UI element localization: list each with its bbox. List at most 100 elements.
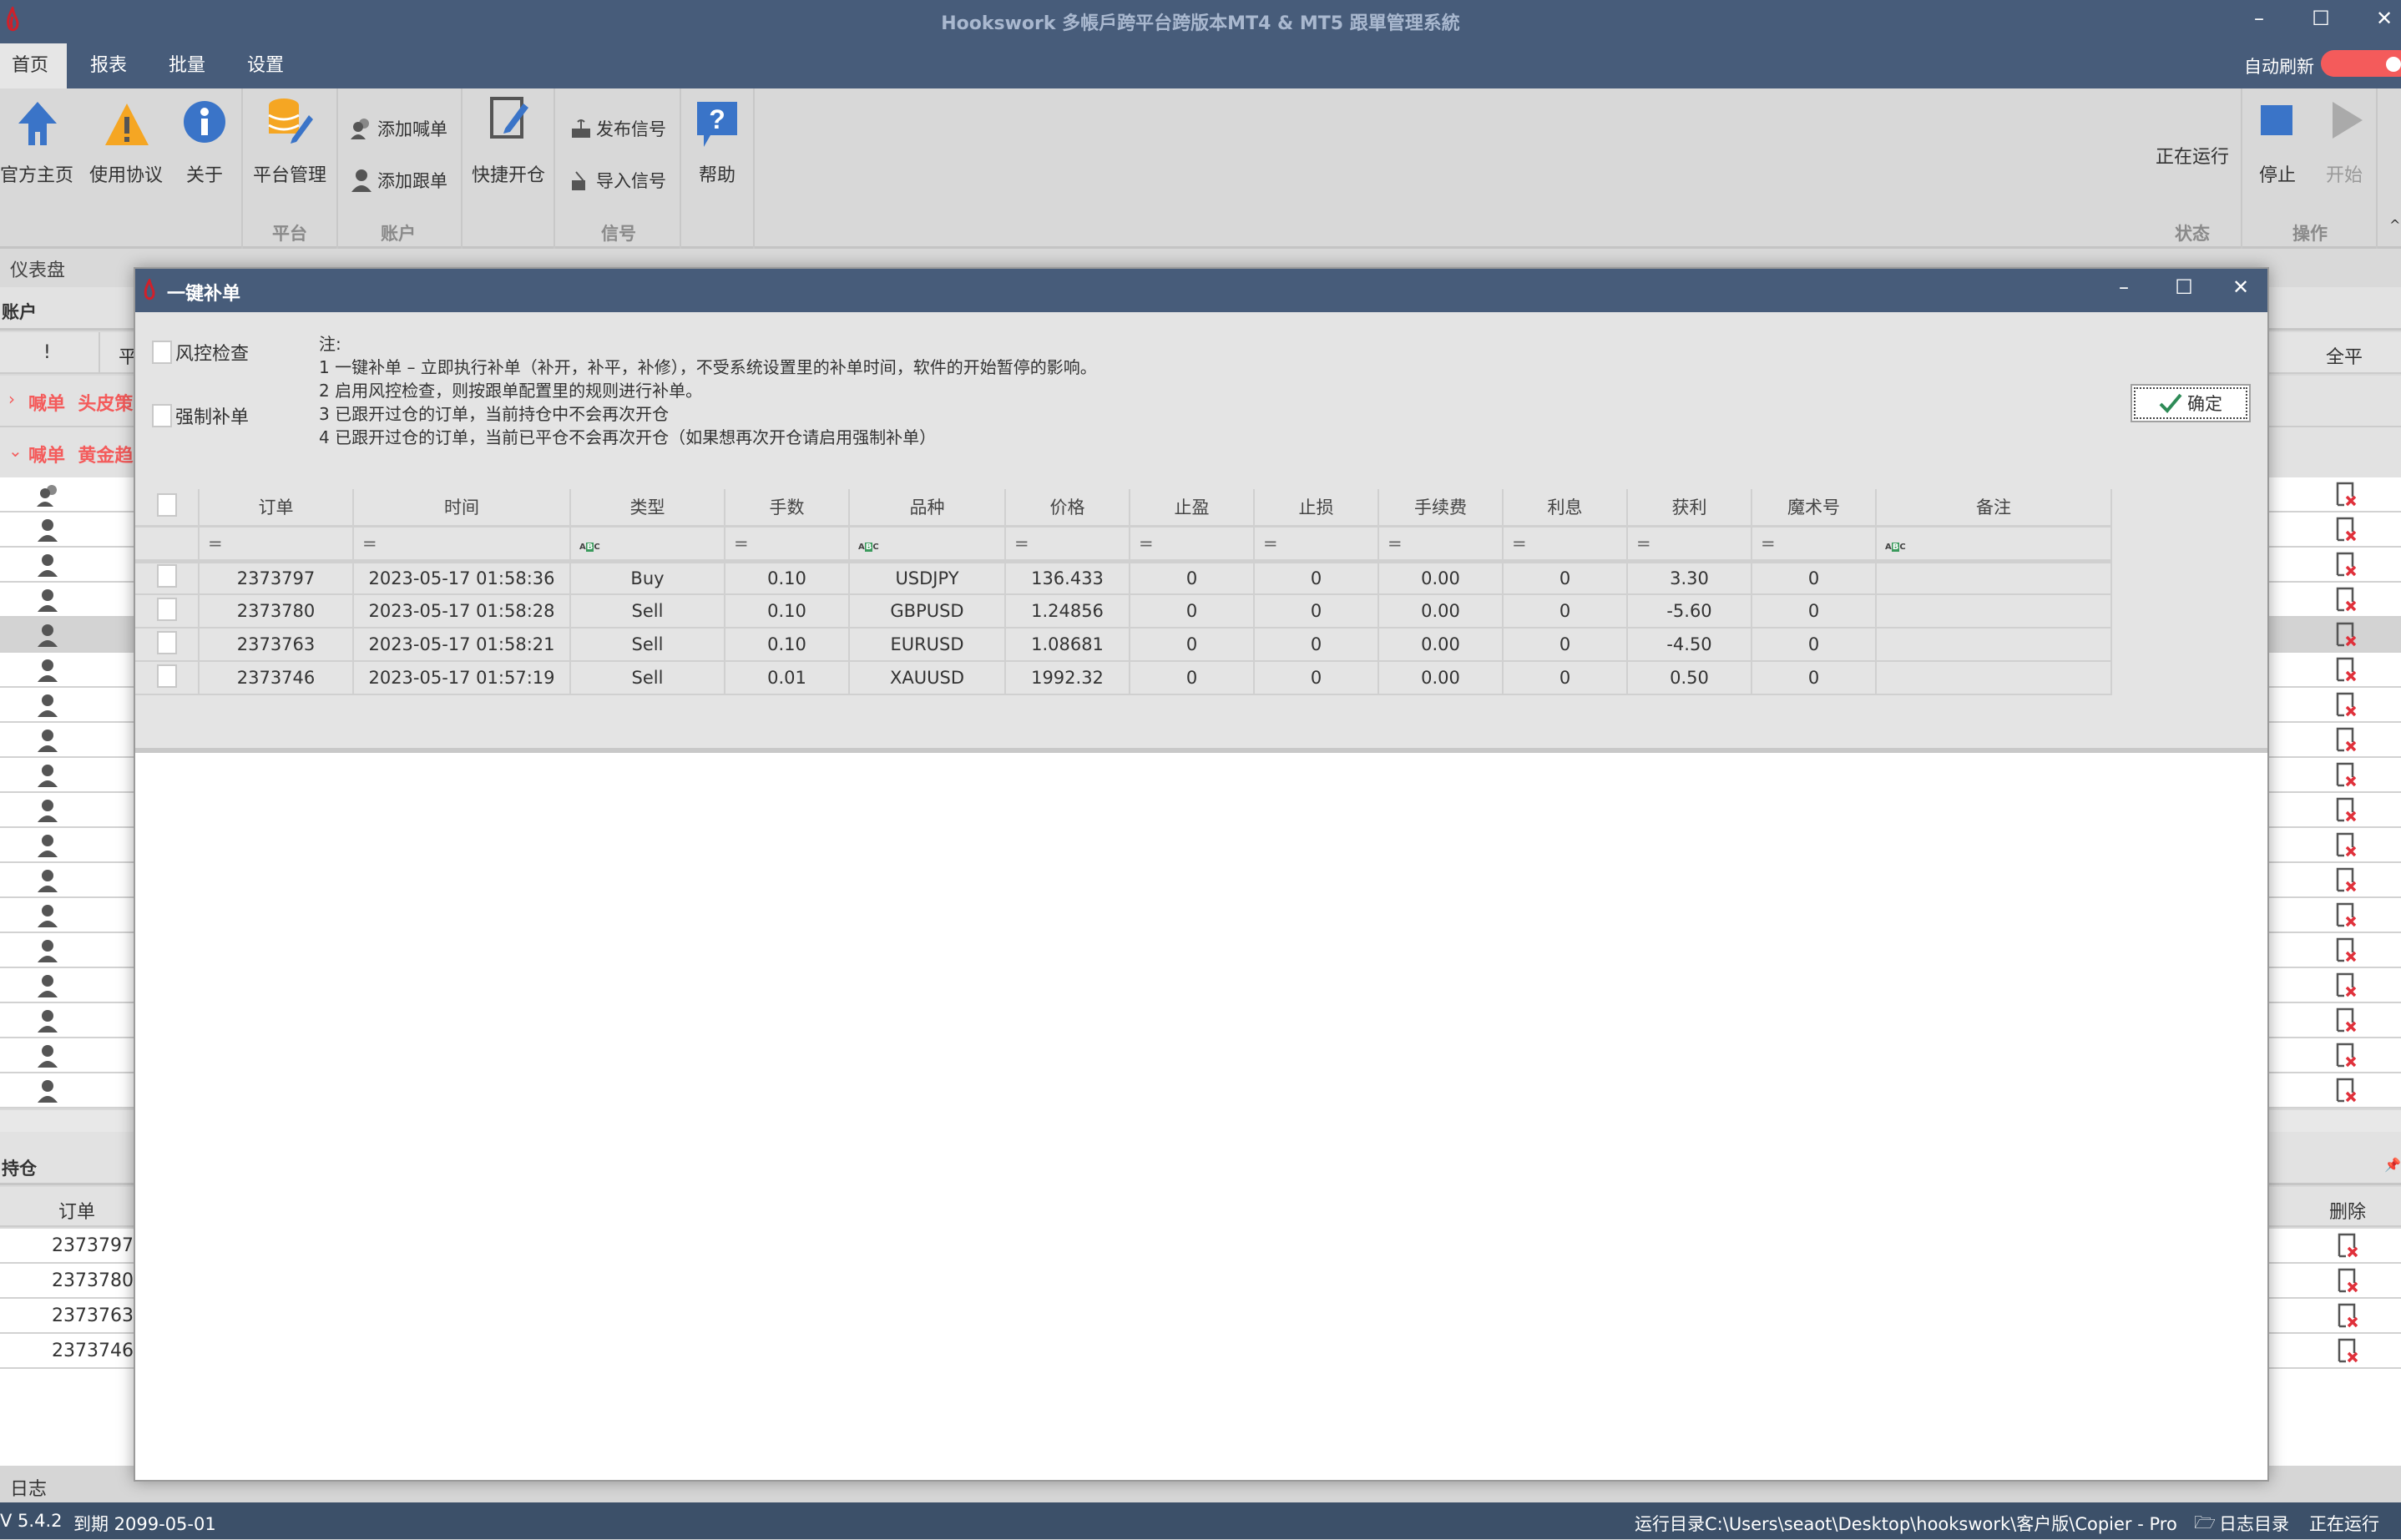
checkbox[interactable]	[152, 404, 172, 427]
row-checkbox[interactable]	[156, 597, 177, 621]
col-header[interactable]: 时间	[353, 489, 571, 528]
row-checkbox[interactable]	[156, 630, 177, 654]
collapse-ribbon-icon[interactable]: ^	[2389, 217, 2400, 233]
col-header[interactable]: 类型	[570, 489, 725, 528]
col-header[interactable]: 止盈	[1130, 489, 1255, 528]
risk-check-checkbox[interactable]: 风控检查	[152, 339, 249, 366]
col-header[interactable]: 魔术号	[1751, 489, 1877, 528]
row-checkbox-cell[interactable]	[135, 594, 200, 629]
filter-cell[interactable]: =	[1005, 526, 1130, 563]
filter-cell[interactable]: ABC	[570, 526, 725, 563]
delete-doc-icon[interactable]	[2336, 1043, 2357, 1068]
force-fill-checkbox[interactable]: 强制补单	[152, 402, 249, 429]
log-tab[interactable]: 日志	[10, 1474, 47, 1501]
filter-cell[interactable]: =	[1627, 526, 1752, 563]
row-checkbox-cell[interactable]	[135, 628, 200, 662]
agreement-button[interactable]: 使用协议	[83, 88, 167, 214]
dialog-minimize-button[interactable]: –	[2107, 275, 2141, 299]
help-button[interactable]: ? 帮助	[682, 88, 754, 214]
delete-doc-icon[interactable]	[2336, 692, 2357, 717]
delete-doc-icon[interactable]	[2338, 1233, 2358, 1258]
select-all-header[interactable]	[135, 489, 200, 528]
delete-doc-icon[interactable]	[2336, 482, 2357, 507]
order-row[interactable]: 2373763 2023-05-17 01:58:21 Sell 0.10 EURUSD…	[135, 628, 2112, 662]
dialog-close-button[interactable]: ✕	[2224, 275, 2257, 299]
quick-open-button[interactable]: 快捷开仓	[463, 88, 553, 214]
import-signal-button[interactable]: 导入信号	[571, 165, 666, 195]
col-header[interactable]: 品种	[849, 489, 1006, 528]
user-icon	[37, 659, 58, 687]
platform-management-button[interactable]: 平台管理	[244, 88, 337, 214]
row-checkbox[interactable]	[156, 664, 177, 688]
delete-doc-icon[interactable]	[2336, 552, 2357, 577]
tab-batch[interactable]: 批量	[157, 43, 217, 88]
delete-doc-icon[interactable]	[2338, 1303, 2358, 1328]
close-button[interactable]: ✕	[2368, 7, 2401, 30]
delete-doc-icon[interactable]	[2336, 1078, 2357, 1103]
chevron-right-icon[interactable]: ›	[8, 389, 15, 409]
filter-cell[interactable]: =	[1130, 526, 1255, 563]
delete-doc-icon[interactable]	[2336, 622, 2357, 647]
dashboard-tab[interactable]: 仪表盘	[10, 255, 65, 282]
delete-doc-icon[interactable]	[2336, 832, 2357, 857]
tab-reports[interactable]: 报表	[78, 43, 139, 88]
filter-cell[interactable]: =	[725, 526, 850, 563]
minimize-button[interactable]: –	[2242, 7, 2276, 30]
filter-cell[interactable]: ABC	[849, 526, 1006, 563]
pin-icon[interactable]: 📌	[2384, 1157, 2401, 1173]
confirm-button[interactable]: 确定	[2131, 384, 2251, 422]
row-checkbox-cell[interactable]	[135, 661, 200, 695]
row-checkbox[interactable]	[156, 564, 177, 588]
filter-cell[interactable]: =	[1378, 526, 1504, 563]
add-follow-button[interactable]: 添加跟单	[351, 165, 447, 195]
delete-doc-icon[interactable]	[2336, 517, 2357, 542]
order-row[interactable]: 2373797 2023-05-17 01:58:36 Buy 0.10 USDJPY 1…	[135, 561, 2112, 595]
log-directory-link[interactable]: 🗁 日志目录	[2194, 1511, 2289, 1540]
chevron-down-icon[interactable]: ⌄	[8, 441, 23, 461]
order-row[interactable]: 2373780 2023-05-17 01:58:28 Sell 0.10 GBPUSD…	[135, 594, 2112, 629]
delete-doc-icon[interactable]	[2336, 657, 2357, 682]
delete-doc-icon[interactable]	[2336, 587, 2357, 612]
delete-doc-icon[interactable]	[2336, 1007, 2357, 1033]
col-header-close-all[interactable]: 全平	[2326, 342, 2363, 369]
about-button[interactable]: 关于	[171, 88, 238, 214]
col-header[interactable]: 止损	[1254, 489, 1379, 528]
select-all-checkbox[interactable]	[156, 492, 177, 517]
publish-signal-button[interactable]: 发布信号	[571, 114, 666, 144]
delete-doc-icon[interactable]	[2338, 1268, 2358, 1293]
filter-cell[interactable]: =	[1254, 526, 1379, 563]
filter-cell[interactable]: =	[1503, 526, 1628, 563]
tab-home[interactable]: 首页	[0, 43, 67, 88]
checkbox[interactable]	[152, 341, 172, 364]
delete-doc-icon[interactable]	[2336, 937, 2357, 962]
filter-cell[interactable]: =	[1751, 526, 1877, 563]
order-row[interactable]: 2373746 2023-05-17 01:57:19 Sell 0.01 XAUUSD…	[135, 661, 2112, 695]
tab-settings[interactable]: 设置	[235, 43, 296, 88]
add-signal-button[interactable]: 添加喊单	[351, 114, 447, 144]
delete-doc-icon[interactable]	[2336, 902, 2357, 927]
positions-col-order[interactable]: 订单	[58, 1197, 95, 1224]
col-header[interactable]: 手续费	[1378, 489, 1504, 528]
col-header[interactable]: 备注	[1876, 489, 2112, 528]
dialog-maximize-button[interactable]: ☐	[2167, 275, 2201, 299]
col-header[interactable]: 获利	[1627, 489, 1752, 528]
delete-doc-icon[interactable]	[2336, 727, 2357, 752]
col-header[interactable]: 手数	[725, 489, 850, 528]
stop-button[interactable]: 停止	[2254, 100, 2301, 200]
maximize-button[interactable]: ☐	[2304, 7, 2338, 30]
filter-cell[interactable]: =	[353, 526, 571, 563]
delete-doc-icon[interactable]	[2338, 1338, 2358, 1363]
filter-cell[interactable]: =	[199, 526, 354, 563]
delete-doc-icon[interactable]	[2336, 867, 2357, 892]
positions-col-delete[interactable]: 删除	[2329, 1197, 2366, 1224]
delete-doc-icon[interactable]	[2336, 762, 2357, 787]
row-checkbox-cell[interactable]	[135, 561, 200, 595]
delete-doc-icon[interactable]	[2336, 972, 2357, 997]
delete-doc-icon[interactable]	[2336, 797, 2357, 822]
start-button[interactable]: 开始	[2321, 100, 2368, 200]
col-header[interactable]: 订单	[199, 489, 354, 528]
col-header[interactable]: 利息	[1503, 489, 1628, 528]
filter-cell[interactable]: ABC	[1876, 526, 2112, 563]
col-header-alert[interactable]: !	[43, 342, 51, 363]
col-header[interactable]: 价格	[1005, 489, 1130, 528]
